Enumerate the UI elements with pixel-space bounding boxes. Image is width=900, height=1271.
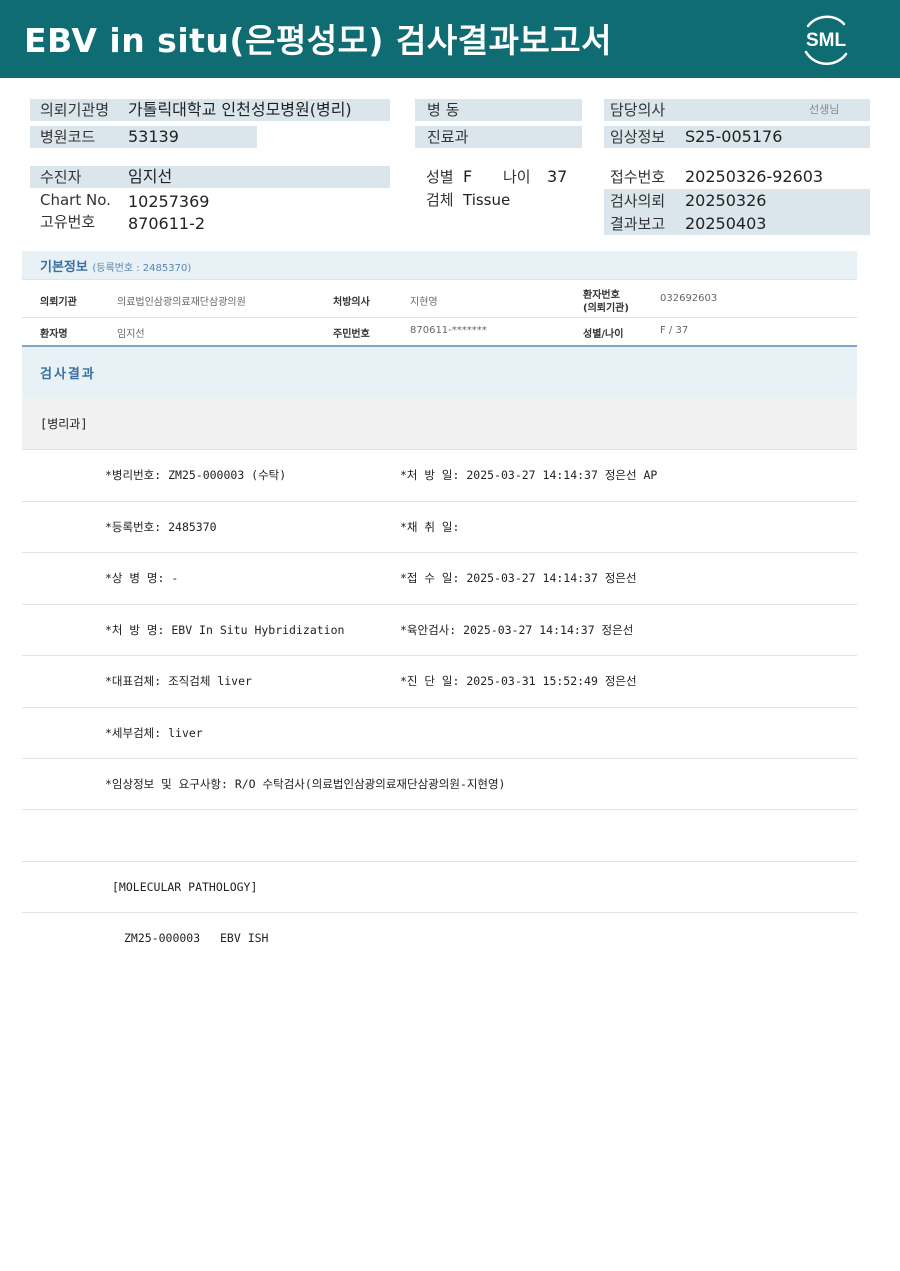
- clinical-value: S25-005176: [685, 127, 783, 146]
- sml-logo: SML: [796, 10, 856, 68]
- divider: [22, 449, 857, 450]
- basic-info-title: 기본정보 (등록번호 : 2485370): [40, 256, 191, 275]
- department-label: [병리과]: [40, 417, 88, 431]
- result-left-2: *상 병 명: -: [105, 571, 179, 585]
- request-value: 20250326: [685, 191, 767, 210]
- divider: [22, 317, 857, 318]
- result-right-0: *처 방 일: 2025-03-27 14:14:37 정은선 AP: [400, 468, 658, 482]
- age-value: 37: [547, 167, 568, 186]
- divider: [22, 758, 857, 759]
- patient-label: 수진자: [30, 166, 390, 188]
- logo-text: SML: [806, 30, 847, 51]
- molecular-test: EBV ISH: [220, 931, 269, 945]
- molecular-code: ZM25-000003: [124, 931, 201, 945]
- report-label: 결과보고: [610, 215, 666, 233]
- resident-id-value: 870611-*******: [410, 325, 487, 336]
- specimen-value: Tissue: [463, 191, 511, 209]
- receipt-value: 20250326-92603: [685, 167, 824, 186]
- prescriber-value: 지현영: [410, 297, 438, 308]
- patient-name-label: 환자명: [40, 329, 68, 340]
- result-left-0: *병리번호: ZM25-000003 (수탁): [105, 468, 287, 482]
- result-left-3: *처 방 명: EBV In Situ Hybridization: [105, 623, 345, 637]
- prescriber-label: 처방의사: [333, 297, 370, 308]
- ward-label: 병 동: [415, 99, 582, 121]
- unique-value: 870611-2: [128, 214, 206, 233]
- result-left-5: *세부검체: liver: [105, 726, 203, 740]
- result-right-3: *육안검사: 2025-03-27 14:14:37 정은선: [400, 623, 634, 637]
- divider: [22, 707, 857, 708]
- divider: [22, 809, 857, 810]
- divider: [22, 861, 857, 862]
- result-left-6: *임상정보 및 요구사항: R/O 수탁검사(의료법인삼광의료재단삼광의원-지현…: [105, 777, 506, 791]
- molecular-pathology-heading: [MOLECULAR PATHOLOGY]: [112, 880, 258, 894]
- age-label: 나이: [503, 168, 531, 186]
- registration-number: (등록번호 : 2485370): [92, 263, 192, 274]
- patient-number-value: 032692603: [660, 293, 718, 304]
- institution-value: 가톨릭대학교 인천성모병원(병리): [128, 100, 352, 119]
- patient-name-value: 임지선: [117, 329, 145, 340]
- unique-label: 고유번호: [40, 213, 96, 231]
- report-title: EBV in situ(은평성모) 검사결과보고서: [24, 21, 613, 60]
- divider: [22, 552, 857, 553]
- result-right-1: *채 취 일:: [400, 520, 460, 534]
- divider: [22, 912, 857, 913]
- patient-number-sublabel: (의뢰기관): [583, 303, 629, 314]
- doctor-suffix: 선생님: [809, 103, 840, 116]
- sex-value: F: [463, 167, 473, 186]
- basic-info-title-text: 기본정보: [40, 260, 88, 275]
- result-right-2: *접 수 일: 2025-03-27 14:14:37 정은선: [400, 571, 637, 585]
- chart-value: 10257369: [128, 192, 210, 211]
- result-left-4: *대표검체: 조직검체 liver: [105, 674, 252, 688]
- resident-id-label: 주민번호: [333, 329, 370, 340]
- specimen-label: 검체: [426, 191, 454, 209]
- department-row: [22, 397, 857, 449]
- sex-label: 성별: [426, 168, 454, 186]
- divider: [22, 655, 857, 656]
- result-right-4: *진 단 일: 2025-03-31 15:52:49 정은선: [400, 674, 637, 688]
- sex-age-label: 성별/나이: [583, 329, 624, 340]
- result-left-1: *등록번호: 2485370: [105, 520, 217, 534]
- receipt-label: 접수번호: [610, 168, 666, 186]
- dept-label: 진료과: [415, 126, 582, 148]
- requester-label: 의뢰기관: [40, 297, 77, 308]
- requester-value: 의료법인삼광의료재단삼광의원: [117, 297, 246, 308]
- divider: [22, 279, 857, 280]
- results-header: [22, 345, 857, 397]
- hospital-code-value: 53139: [128, 127, 179, 146]
- sex-age-value: F / 37: [660, 325, 689, 336]
- divider: [22, 604, 857, 605]
- report-value: 20250403: [685, 214, 767, 233]
- patient-value: 임지선: [128, 167, 173, 186]
- divider: [22, 501, 857, 502]
- chart-label: Chart No.: [40, 191, 111, 209]
- request-label: 검사의뢰: [610, 192, 666, 210]
- results-title: 검사결과: [40, 367, 96, 382]
